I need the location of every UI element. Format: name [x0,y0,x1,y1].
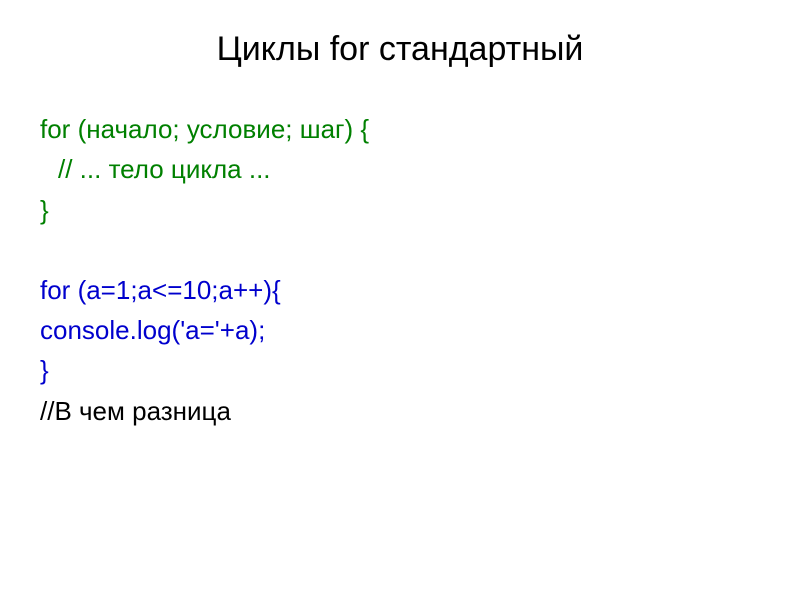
code-body-comment: // ... тело цикла ... [40,149,760,189]
slide-title: Циклы for стандартный [40,30,760,69]
code-comment-question: //В чем разница [40,391,760,431]
code-console-log: console.log('a='+a); [40,310,760,350]
code-close-brace-2: } [40,350,760,390]
blank-line [40,230,760,270]
code-close-brace-1: } [40,190,760,230]
code-for-signature: for (начало; условие; шаг) { [40,109,760,149]
code-for-example: for (a=1;a<=10;a++){ [40,270,760,310]
